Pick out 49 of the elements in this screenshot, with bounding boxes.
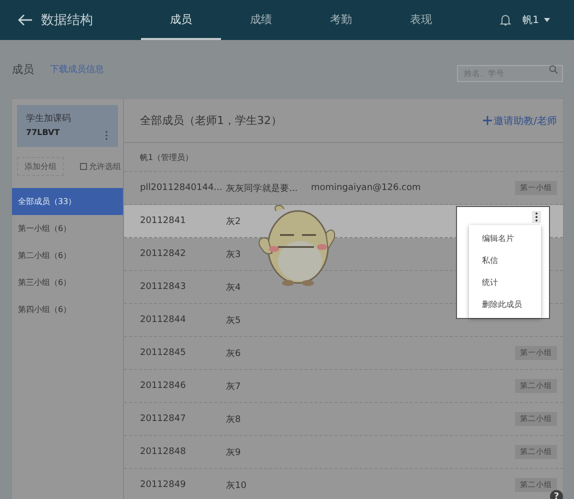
nav-tab[interactable]: 考勤 [301, 0, 381, 40]
student-name: 灰8 [226, 414, 242, 426]
student-name: 灰5 [226, 314, 242, 326]
student-id: 20112845 [140, 348, 187, 358]
student-id: 20112841 [140, 216, 187, 226]
class-code: 77LBVT [26, 128, 60, 137]
back-arrow-icon[interactable] [17, 14, 33, 26]
help-button[interactable]: ? [550, 490, 563, 499]
student-name: 灰3 [226, 248, 242, 260]
student-name: 灰2 [226, 216, 242, 228]
more-icon[interactable] [532, 211, 541, 223]
student-name: 灰4 [226, 282, 242, 294]
add-group-button[interactable]: 添加分组 [17, 157, 64, 176]
student-id: 20112849 [140, 480, 187, 490]
student-name: 灰灰同学就是要... [226, 182, 299, 194]
student-name: 灰6 [226, 348, 242, 360]
bell-icon[interactable] [500, 14, 511, 26]
group-item[interactable]: 第二小组（6） [12, 242, 123, 269]
caret-icon [544, 18, 550, 22]
user-menu[interactable]: 帆1 [522, 13, 550, 27]
nav-tab[interactable]: 成绩 [221, 0, 301, 40]
group-item[interactable]: 第一小组（6） [12, 215, 123, 242]
members-title: 全部成员（老师1，学生32） [140, 113, 282, 128]
student-id: pll20112840144... [140, 183, 224, 193]
student-id: 20112843 [140, 282, 187, 292]
page-title: 成员 [12, 62, 34, 77]
student-name: 灰7 [226, 380, 242, 392]
allow-choose-checkbox[interactable]: 允许选组 [80, 161, 121, 172]
student-id: 20112847 [140, 414, 187, 424]
student-name: 灰9 [226, 446, 242, 458]
student-id: 20112846 [140, 381, 187, 391]
search-icon [549, 65, 558, 74]
group-item[interactable]: 第三小组（6） [12, 269, 123, 296]
nav-tab[interactable]: 表现 [381, 0, 461, 40]
student-id: 20112848 [140, 447, 187, 457]
menu-item[interactable]: 统计 [469, 277, 541, 288]
group-item[interactable]: 第四小组（6） [12, 296, 123, 323]
plus-icon [482, 116, 492, 125]
student-name: 灰10 [226, 480, 248, 492]
course-title: 数据结构 [41, 12, 94, 29]
student-email: momingaiyan@126.com [311, 183, 422, 193]
code-label: 学生加课码 [26, 112, 72, 125]
menu-item[interactable]: 私信 [469, 254, 541, 266]
admin-name: 帆1（管理员） [140, 152, 194, 162]
group-item[interactable]: 全部成员（33） [12, 188, 123, 215]
student-id: 20112844 [140, 315, 187, 325]
nav-tab[interactable]: 成员 [141, 0, 221, 40]
student-id: 20112842 [140, 249, 187, 259]
invite-link[interactable]: 邀请助教/老师 [482, 114, 557, 128]
